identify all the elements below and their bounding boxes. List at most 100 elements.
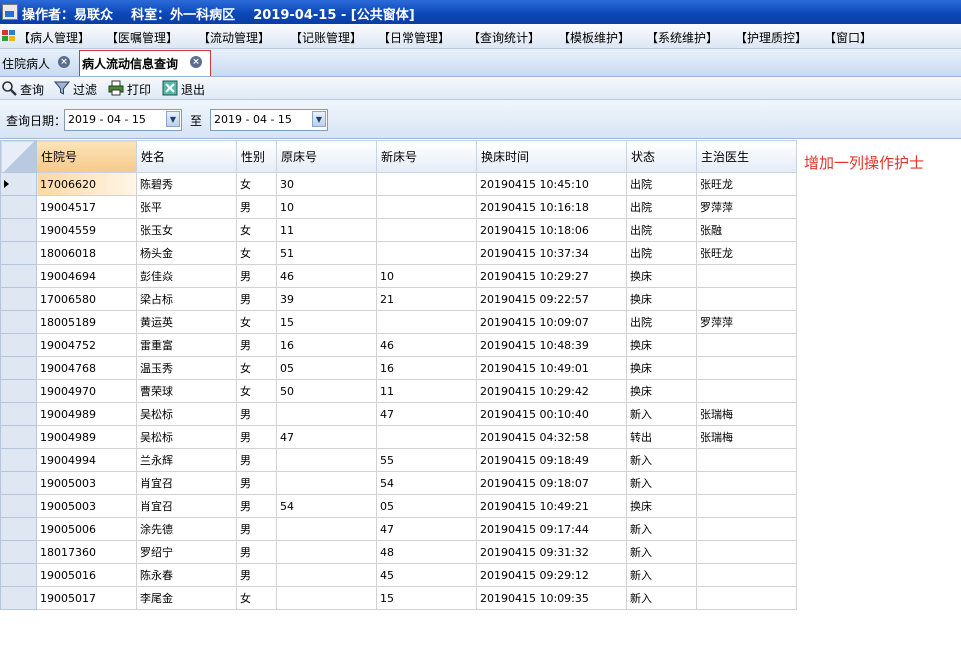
cell-status[interactable]: 换床 [626, 287, 697, 311]
cell-gender[interactable]: 男 [236, 563, 277, 587]
cell-change-time[interactable]: 20190415 10:49:01 [476, 356, 627, 380]
cell-change-time[interactable]: 20190415 10:16:18 [476, 195, 627, 219]
cell-new-bed[interactable] [376, 172, 477, 196]
cell-status[interactable]: 出院 [626, 172, 697, 196]
cell-status[interactable]: 新入 [626, 402, 697, 426]
cell-new-bed[interactable] [376, 195, 477, 219]
table-row[interactable]: 19005016 陈永春男 45 20190415 09:29:12 新入 [0, 563, 797, 587]
cell-admission-no[interactable]: 18017360 [36, 540, 137, 564]
cell-change-time[interactable]: 20190415 10:49:21 [476, 494, 627, 518]
row-header[interactable] [0, 448, 37, 472]
cell-change-time[interactable]: 20190415 10:09:07 [476, 310, 627, 334]
cell-new-bed[interactable]: 47 [376, 402, 477, 426]
cell-admission-no[interactable]: 19004768 [36, 356, 137, 380]
cell-old-bed[interactable] [276, 586, 377, 610]
table-row[interactable]: 19004989 吴松标男 47 20190415 04:32:58 转出 张瑞梅 [0, 425, 797, 449]
cell-change-time[interactable]: 20190415 09:17:44 [476, 517, 627, 541]
cell-old-bed[interactable]: 50 [276, 379, 377, 403]
cell-attending-doctor[interactable] [696, 540, 797, 564]
menu-patient-management[interactable]: 【病人管理】 [18, 29, 90, 46]
cell-name[interactable]: 肖宜召 [136, 471, 237, 495]
table-row[interactable]: 18005189 黄运英女 15 20190415 10:09:07 出院 罗萍萍 [0, 310, 797, 334]
cell-change-time[interactable]: 20190415 09:29:12 [476, 563, 627, 587]
cell-admission-no[interactable]: 19004694 [36, 264, 137, 288]
cell-old-bed[interactable]: 46 [276, 264, 377, 288]
row-header[interactable] [0, 563, 37, 587]
menu-system-maintenance[interactable]: 【系统维护】 [646, 29, 718, 46]
cell-status[interactable]: 新入 [626, 540, 697, 564]
cell-name[interactable]: 梁占标 [136, 287, 237, 311]
cell-name[interactable]: 温玉秀 [136, 356, 237, 380]
column-header-old-bed[interactable]: 原床号 [276, 140, 377, 173]
cell-attending-doctor[interactable] [696, 448, 797, 472]
cell-change-time[interactable]: 20190415 09:18:07 [476, 471, 627, 495]
cell-change-time[interactable]: 20190415 10:29:42 [476, 379, 627, 403]
row-header[interactable] [0, 264, 37, 288]
cell-gender[interactable]: 男 [236, 287, 277, 311]
cell-change-time[interactable]: 20190415 10:45:10 [476, 172, 627, 196]
cell-name[interactable]: 李尾金 [136, 586, 237, 610]
table-row[interactable]: 19004559 张玉女女 11 20190415 10:18:06 出院 张融 [0, 218, 797, 242]
table-row[interactable]: 18017360 罗绍宁男 48 20190415 09:31:32 新入 [0, 540, 797, 564]
cell-status[interactable]: 新入 [626, 471, 697, 495]
cell-gender[interactable]: 男 [236, 333, 277, 357]
cell-attending-doctor[interactable]: 张旺龙 [696, 172, 797, 196]
cell-name[interactable]: 张玉女 [136, 218, 237, 242]
cell-gender[interactable]: 女 [236, 310, 277, 334]
cell-old-bed[interactable] [276, 402, 377, 426]
row-header[interactable] [0, 218, 37, 242]
row-header[interactable] [0, 356, 37, 380]
cell-new-bed[interactable] [376, 241, 477, 265]
cell-gender[interactable]: 男 [236, 425, 277, 449]
cell-new-bed[interactable]: 11 [376, 379, 477, 403]
table-row[interactable]: 19005003 肖宜召男 54 05 20190415 10:49:21 换床 [0, 494, 797, 518]
cell-status[interactable]: 换床 [626, 494, 697, 518]
cell-attending-doctor[interactable] [696, 494, 797, 518]
cell-new-bed[interactable]: 10 [376, 264, 477, 288]
cell-old-bed[interactable]: 47 [276, 425, 377, 449]
cell-old-bed[interactable]: 51 [276, 241, 377, 265]
table-row[interactable]: 19004752 雷重富男 16 46 20190415 10:48:39 换床 [0, 333, 797, 357]
date-to-picker[interactable]: 2019 - 04 - 15 ▼ [210, 109, 328, 131]
menu-nursing-quality[interactable]: 【护理质控】 [735, 29, 807, 46]
cell-new-bed[interactable]: 15 [376, 586, 477, 610]
cell-attending-doctor[interactable] [696, 356, 797, 380]
cell-admission-no[interactable]: 19004517 [36, 195, 137, 219]
cell-name[interactable]: 张平 [136, 195, 237, 219]
cell-attending-doctor[interactable] [696, 471, 797, 495]
cell-change-time[interactable]: 20190415 10:18:06 [476, 218, 627, 242]
cell-attending-doctor[interactable]: 罗萍萍 [696, 195, 797, 219]
cell-status[interactable]: 换床 [626, 356, 697, 380]
cell-admission-no[interactable]: 19005003 [36, 471, 137, 495]
cell-name[interactable]: 杨头金 [136, 241, 237, 265]
cell-change-time[interactable]: 20190415 04:32:58 [476, 425, 627, 449]
cell-name[interactable]: 罗绍宁 [136, 540, 237, 564]
menu-billing-management[interactable]: 【记账管理】 [290, 29, 362, 46]
cell-old-bed[interactable]: 30 [276, 172, 377, 196]
cell-new-bed[interactable]: 46 [376, 333, 477, 357]
close-icon[interactable]: × [190, 56, 202, 68]
cell-attending-doctor[interactable] [696, 563, 797, 587]
cell-gender[interactable]: 男 [236, 448, 277, 472]
cell-attending-doctor[interactable]: 张瑞梅 [696, 425, 797, 449]
cell-old-bed[interactable]: 16 [276, 333, 377, 357]
cell-attending-doctor[interactable] [696, 379, 797, 403]
cell-new-bed[interactable]: 05 [376, 494, 477, 518]
cell-admission-no[interactable]: 18005189 [36, 310, 137, 334]
table-row[interactable]: 19004970 曹荣球女 50 11 20190415 10:29:42 换床 [0, 379, 797, 403]
cell-change-time[interactable]: 20190415 10:37:34 [476, 241, 627, 265]
cell-new-bed[interactable]: 45 [376, 563, 477, 587]
cell-status[interactable]: 出院 [626, 195, 697, 219]
column-header-admission-no[interactable]: 住院号 [36, 140, 137, 173]
chevron-down-icon[interactable]: ▼ [312, 111, 326, 127]
cell-admission-no[interactable]: 19005006 [36, 517, 137, 541]
query-button[interactable]: 查询 [1, 79, 47, 97]
cell-admission-no[interactable]: 18006018 [36, 241, 137, 265]
cell-admission-no[interactable]: 19005017 [36, 586, 137, 610]
filter-button[interactable]: 过滤 [54, 79, 100, 97]
cell-old-bed[interactable] [276, 540, 377, 564]
cell-gender[interactable]: 男 [236, 471, 277, 495]
table-row[interactable]: 19004694 彭佳焱男 46 10 20190415 10:29:27 换床 [0, 264, 797, 288]
cell-new-bed[interactable]: 54 [376, 471, 477, 495]
cell-new-bed[interactable] [376, 218, 477, 242]
